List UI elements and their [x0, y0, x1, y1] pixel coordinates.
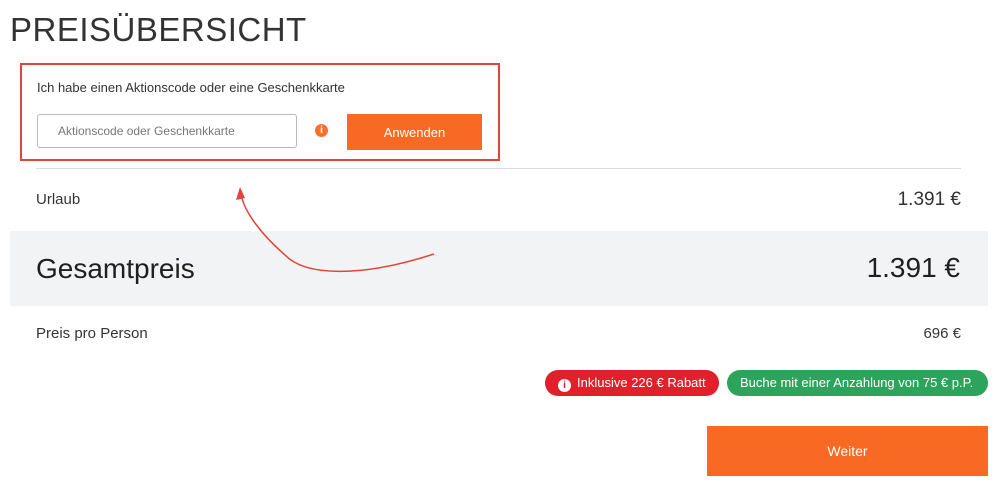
discount-badge: i Inklusive 226 € Rabatt	[545, 370, 719, 396]
annotation-arrow-head	[236, 187, 245, 200]
divider	[36, 168, 961, 169]
total-label: Gesamtpreis	[36, 253, 195, 284]
urlaub-price: 1.391 €	[897, 189, 961, 210]
discount-badge-text: Inklusive 226 € Rabatt	[577, 375, 706, 390]
next-button[interactable]: Weiter	[707, 426, 988, 476]
urlaub-label: Urlaub	[36, 191, 81, 208]
promo-label: Ich habe einen Aktionscode oder eine Ges…	[37, 80, 345, 95]
page-title: PREISÜBERSICHT	[10, 11, 307, 48]
promo-code-input[interactable]	[37, 114, 297, 148]
price-per-person-label: Preis pro Person	[36, 325, 148, 342]
deposit-badge-text: Buche mit einer Anzahlung von 75 € p.P.	[740, 375, 974, 390]
deposit-badge: Buche mit einer Anzahlung von 75 € p.P.	[727, 370, 988, 396]
info-icon[interactable]: i	[315, 124, 328, 137]
promo-code-box: Ich habe einen Aktionscode oder eine Ges…	[20, 63, 500, 161]
apply-button[interactable]: Anwenden	[347, 114, 482, 150]
total-price: 1.391 €	[866, 252, 960, 283]
price-per-person-value: 696 €	[923, 325, 961, 342]
total-price-band: Gesamtpreis 1.391 €	[10, 231, 988, 306]
info-icon: i	[558, 379, 571, 392]
